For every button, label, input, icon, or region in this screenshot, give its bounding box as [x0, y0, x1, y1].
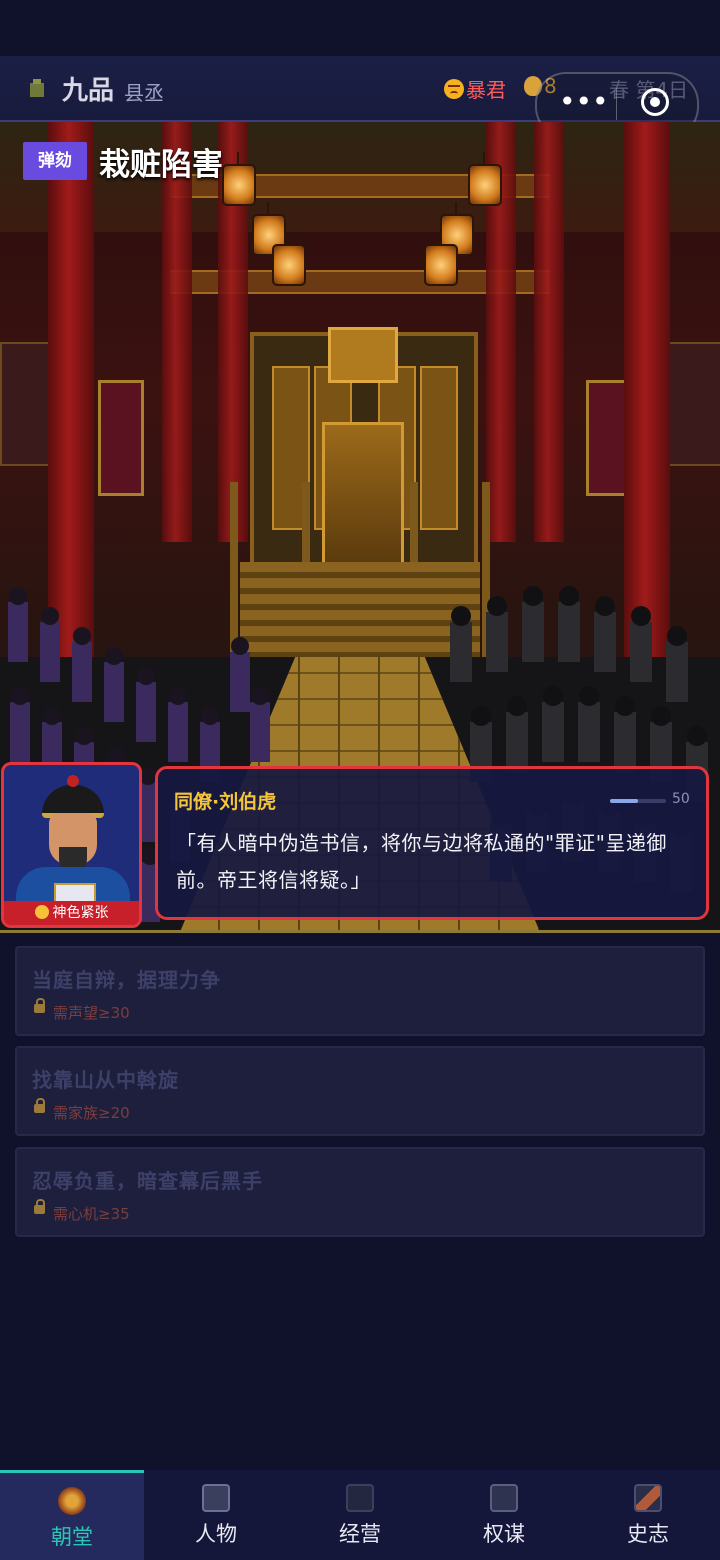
emperor-mood[interactable]: 暴君	[444, 74, 506, 103]
red-pillar	[534, 122, 564, 542]
tab-court[interactable]: 朝堂	[0, 1470, 144, 1560]
tab-label: 权谋	[483, 1522, 525, 1546]
palace-lantern	[222, 152, 256, 206]
character-mood-label: 神色紧张	[52, 905, 109, 921]
official-title: 县丞	[124, 81, 164, 105]
emperor-mood-label: 暴君	[466, 78, 506, 102]
choice-text: 当庭自辩，据理力争	[32, 968, 221, 992]
choice-requirement: 需家族≥20	[53, 1104, 130, 1122]
speaker-name: 同僚·刘伯虎	[174, 791, 277, 813]
tab-label: 人物	[195, 1522, 237, 1546]
dialogue-box[interactable]: 同僚·刘伯虎 50 「有人暗中伪造书信，将你与边将私通的"罪证"呈递御前。帝王将…	[155, 766, 709, 920]
civil-officials-banner	[98, 380, 144, 496]
palace-lantern	[424, 232, 458, 286]
angry-face-icon	[444, 78, 464, 99]
choice-text: 忍辱负重，暗查幕后黑手	[32, 1169, 263, 1193]
lock-icon	[34, 1098, 45, 1113]
choice-requirement: 需心机≥35	[53, 1205, 130, 1223]
crossed-swords-icon	[490, 1484, 518, 1512]
court-icon	[58, 1487, 86, 1515]
dialogue-text: 「有人暗中伪造书信，将你与边将私通的"罪证"呈递御前。帝王将信将疑。」	[176, 831, 667, 892]
relationship-meter	[610, 799, 666, 803]
palace-lantern	[272, 232, 306, 286]
tab-label: 经营	[339, 1522, 381, 1546]
hat-knob	[67, 775, 79, 787]
choice-option[interactable]: 忍辱负重，暗查幕后黑手 需心机≥35	[15, 1147, 705, 1237]
dragon-throne-crest	[328, 327, 398, 383]
choice-option[interactable]: 找靠山从中斡旋 需家族≥20	[15, 1046, 705, 1136]
event-type-chip: 弹劾	[23, 142, 87, 180]
relationship-value: 50	[672, 791, 690, 807]
seal-icon	[28, 78, 46, 98]
lock-icon	[34, 1199, 45, 1214]
event-title: 栽赃陷害	[99, 147, 223, 183]
capsule-divider	[616, 88, 617, 120]
tab-label: 朝堂	[51, 1525, 93, 1549]
official-rank: 九品	[62, 76, 115, 106]
scroll-icon	[634, 1484, 662, 1512]
red-pillar	[162, 122, 192, 542]
character-mood-tag: 神色紧张	[4, 901, 139, 925]
tab-characters[interactable]: 人物	[144, 1470, 288, 1560]
lock-icon	[34, 998, 45, 1013]
more-menu-button[interactable]: •••	[559, 88, 609, 116]
choice-requirement: 需声望≥30	[53, 1004, 130, 1022]
choice-text: 找靠山从中斡旋	[32, 1068, 179, 1092]
red-pillar	[624, 122, 670, 662]
relationship-meter-fill	[610, 799, 638, 803]
choice-option[interactable]: 当庭自辩，据理力争 需声望≥30	[15, 946, 705, 1036]
scene-divider	[0, 930, 720, 933]
handshake-icon	[202, 1484, 230, 1512]
tab-label: 史志	[627, 1522, 669, 1546]
nervous-face-icon	[34, 905, 49, 919]
tab-history[interactable]: 史志	[576, 1470, 720, 1560]
character-portrait[interactable]: 神色紧张	[1, 762, 142, 928]
dragon-throne	[322, 422, 404, 568]
bottom-tab-bar: 朝堂 人物 经营 权谋 史志	[0, 1470, 720, 1560]
tab-schemes[interactable]: 权谋	[432, 1470, 576, 1560]
close-miniprogram-button[interactable]	[641, 88, 669, 116]
palace-lantern	[468, 152, 502, 206]
flag-icon	[346, 1484, 374, 1512]
status-bar-space	[0, 0, 720, 56]
tab-management[interactable]: 经营	[288, 1470, 432, 1560]
